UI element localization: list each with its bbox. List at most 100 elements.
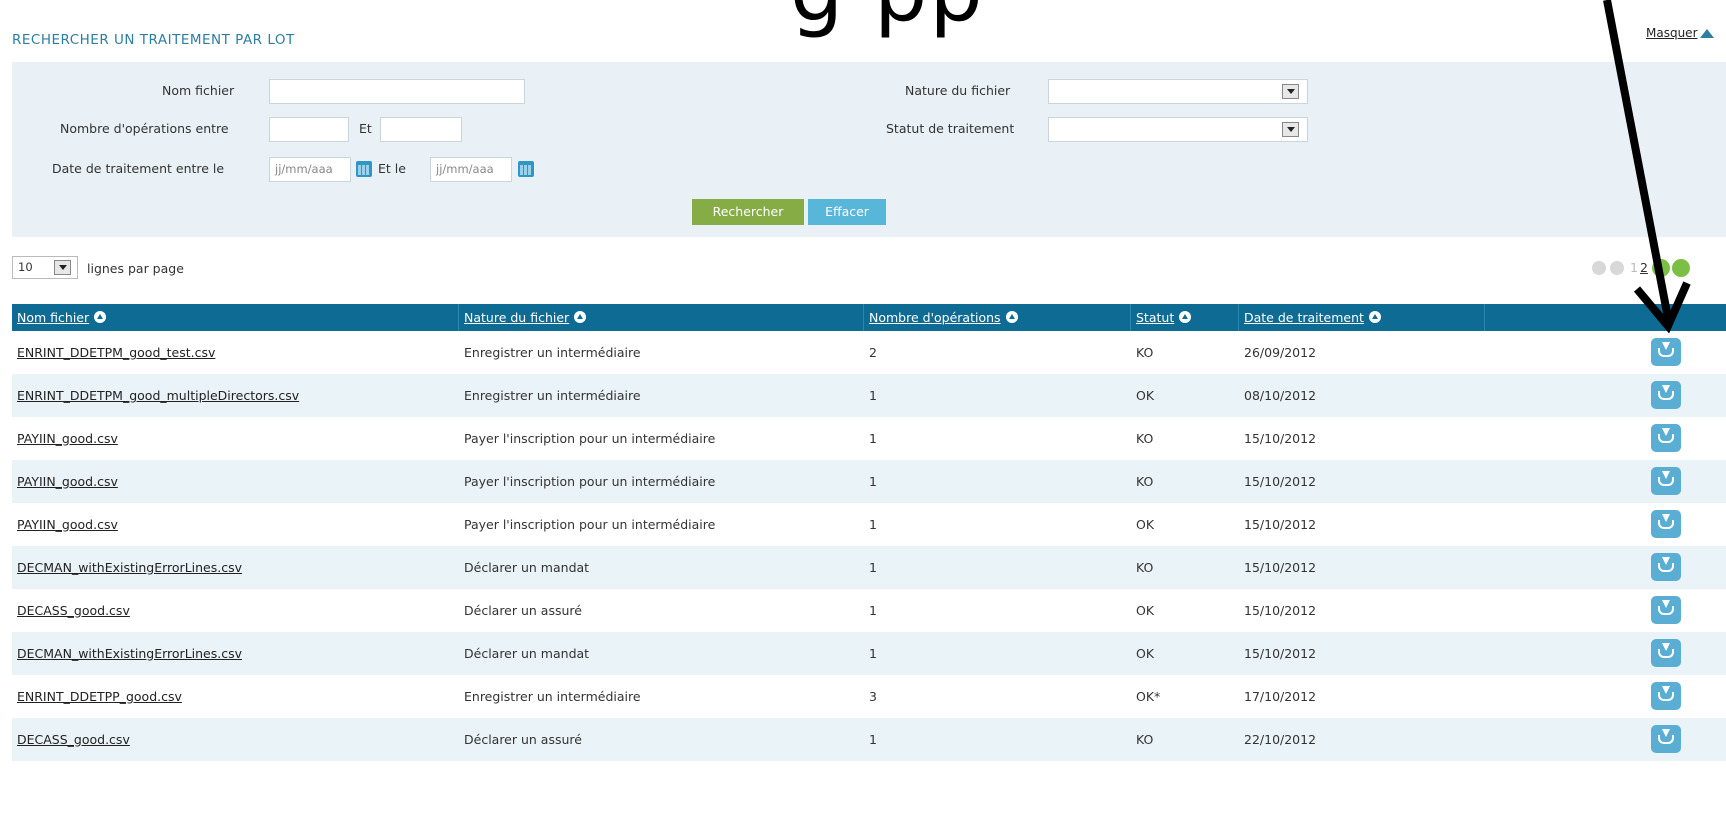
calendar-icon[interactable] xyxy=(356,161,372,177)
table-row: ENRINT_DDETPM_good_multipleDirectors.csv… xyxy=(12,374,1726,417)
sort-icon[interactable] xyxy=(1179,311,1192,323)
col-statut[interactable]: Statut xyxy=(1131,304,1239,331)
table-header: Nom fichier Nature du fichier Nombre d'o… xyxy=(12,304,1726,331)
download-icon[interactable] xyxy=(1651,510,1681,538)
statut-select[interactable] xyxy=(1048,117,1308,142)
file-link[interactable]: DECASS_good.csv xyxy=(12,589,459,632)
first-page-icon[interactable] xyxy=(1592,261,1606,275)
date-from-input[interactable]: jj/mm/aaa xyxy=(269,157,351,182)
status-cell: OK xyxy=(1136,646,1155,661)
chevron-down-icon[interactable] xyxy=(1282,122,1299,137)
section-title: RECHERCHER UN TRAITEMENT PAR LOT xyxy=(12,32,295,48)
et-label: Et xyxy=(359,121,372,136)
col-label[interactable]: Statut xyxy=(1136,310,1174,325)
status-cell: OK xyxy=(1136,517,1155,532)
hide-link-label[interactable]: Masquer xyxy=(1646,26,1698,40)
date-cell: 15/10/2012 xyxy=(1244,474,1317,489)
col-label[interactable]: Nombre d'opérations xyxy=(869,310,1001,325)
file-link[interactable]: PAYIIN_good.csv xyxy=(12,503,459,546)
statut-label: Statut de traitement xyxy=(886,121,1015,136)
clear-button[interactable]: Effacer xyxy=(808,199,886,225)
nature-cell: Déclarer un mandat xyxy=(464,646,590,661)
download-icon[interactable] xyxy=(1651,338,1681,366)
file-link[interactable]: DECASS_good.csv xyxy=(12,718,459,761)
sort-icon[interactable] xyxy=(1368,311,1381,323)
hide-link[interactable]: Masquer xyxy=(1646,26,1714,40)
nom-fichier-input[interactable] xyxy=(269,79,525,104)
ops-cell: 1 xyxy=(869,732,877,747)
date-cell: 15/10/2012 xyxy=(1244,603,1317,618)
file-link[interactable]: ENRINT_DDETPM_good_test.csv xyxy=(12,331,459,374)
download-icon[interactable] xyxy=(1651,467,1681,495)
download-icon[interactable] xyxy=(1651,381,1681,409)
download-icon[interactable] xyxy=(1651,682,1681,710)
col-nb-ops[interactable]: Nombre d'opérations xyxy=(864,304,1131,331)
col-date[interactable]: Date de traitement xyxy=(1239,304,1485,331)
download-icon[interactable] xyxy=(1651,596,1681,624)
file-link[interactable]: PAYIIN_good.csv xyxy=(12,417,459,460)
per-page-label: lignes par page xyxy=(87,261,184,276)
table-row: PAYIIN_good.csv Payer l'inscription pour… xyxy=(12,503,1726,546)
col-nom-fichier[interactable]: Nom fichier xyxy=(12,304,459,331)
nb-ops-to-input[interactable] xyxy=(380,117,462,142)
overlay-caption: g pp xyxy=(790,0,985,40)
nom-fichier-label: Nom fichier xyxy=(162,83,235,98)
status-cell: KO xyxy=(1136,474,1154,489)
nature-cell: Payer l'inscription pour un intermédiair… xyxy=(464,517,716,532)
nb-ops-from-input[interactable] xyxy=(269,117,349,142)
calendar-icon[interactable] xyxy=(518,161,534,177)
download-icon[interactable] xyxy=(1651,553,1681,581)
date-label: Date de traitement entre le xyxy=(52,161,225,176)
prev-page-icon[interactable] xyxy=(1610,261,1624,275)
search-button[interactable]: Rechercher xyxy=(692,199,804,225)
status-cell: KO xyxy=(1136,345,1154,360)
nb-ops-label: Nombre d'opérations entre xyxy=(60,121,229,136)
col-actions xyxy=(1485,304,1726,331)
next-page-icon[interactable] xyxy=(1652,259,1670,277)
sort-icon[interactable] xyxy=(1005,311,1018,323)
nature-cell: Déclarer un assuré xyxy=(464,732,582,747)
file-link[interactable]: DECMAN_withExistingErrorLines.csv xyxy=(12,632,459,675)
col-label[interactable]: Date de traitement xyxy=(1244,310,1364,325)
table-row: PAYIIN_good.csv Payer l'inscription pour… xyxy=(12,460,1726,503)
ops-cell: 1 xyxy=(869,388,877,403)
sort-icon[interactable] xyxy=(574,311,587,323)
chevron-down-icon[interactable] xyxy=(54,260,71,275)
col-label[interactable]: Nature du fichier xyxy=(464,310,569,325)
sort-icon[interactable] xyxy=(94,311,107,323)
chevron-down-icon[interactable] xyxy=(1282,84,1299,99)
status-cell: OK xyxy=(1136,388,1155,403)
nature-select[interactable] xyxy=(1048,79,1308,104)
page-2[interactable]: 2 xyxy=(1640,260,1648,275)
table-row: DECASS_good.csv Déclarer un assuré 1 KO … xyxy=(12,718,1726,761)
per-page-select[interactable]: 10 xyxy=(12,256,78,279)
collapse-up-icon[interactable] xyxy=(1699,29,1714,38)
last-page-icon[interactable] xyxy=(1672,259,1690,277)
date-cell: 15/10/2012 xyxy=(1244,646,1317,661)
date-cell: 08/10/2012 xyxy=(1244,388,1317,403)
page-1[interactable]: 1 xyxy=(1630,260,1638,275)
ops-cell: 1 xyxy=(869,560,877,575)
date-cell: 15/10/2012 xyxy=(1244,517,1317,532)
status-cell: OK xyxy=(1136,603,1155,618)
ops-cell: 1 xyxy=(869,646,877,661)
download-icon[interactable] xyxy=(1651,725,1681,753)
download-icon[interactable] xyxy=(1651,639,1681,667)
file-link[interactable]: ENRINT_DDETPM_good_multipleDirectors.csv xyxy=(12,374,459,417)
status-cell: KO xyxy=(1136,732,1154,747)
ops-cell: 3 xyxy=(869,689,877,704)
nature-cell: Enregistrer un intermédiaire xyxy=(464,388,641,403)
download-icon[interactable] xyxy=(1651,424,1681,452)
search-panel: Nom fichier Nature du fichier Nombre d'o… xyxy=(12,62,1726,237)
date-to-input[interactable]: jj/mm/aaa xyxy=(430,157,512,182)
nature-cell: Enregistrer un intermédiaire xyxy=(464,345,641,360)
status-cell: KO xyxy=(1136,560,1154,575)
file-link[interactable]: PAYIIN_good.csv xyxy=(12,460,459,503)
nature-cell: Enregistrer un intermédiaire xyxy=(464,689,641,704)
per-page-value[interactable]: 10 xyxy=(18,260,33,274)
file-link[interactable]: DECMAN_withExistingErrorLines.csv xyxy=(12,546,459,589)
col-label[interactable]: Nom fichier xyxy=(17,310,89,325)
col-nature[interactable]: Nature du fichier xyxy=(459,304,864,331)
table-row: PAYIIN_good.csv Payer l'inscription pour… xyxy=(12,417,1726,460)
file-link[interactable]: ENRINT_DDETPP_good.csv xyxy=(12,675,459,718)
